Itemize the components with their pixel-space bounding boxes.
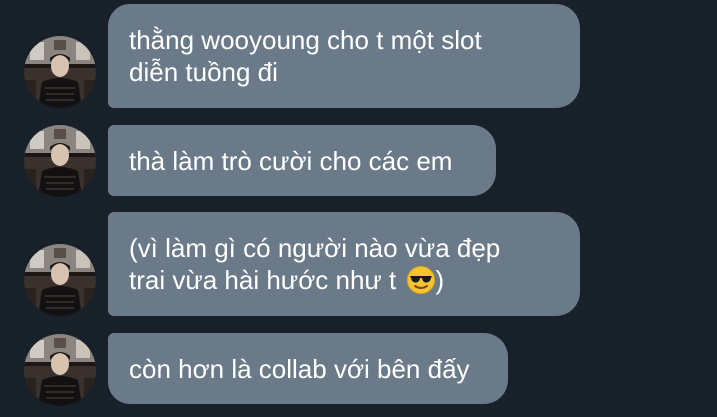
- avatar-photo: [24, 125, 96, 197]
- avatar[interactable]: [24, 334, 96, 406]
- chat-thread: thằng wooyoung cho t một slot diễn tuồng…: [0, 0, 717, 417]
- avatar[interactable]: [24, 244, 96, 316]
- avatar[interactable]: [24, 36, 96, 108]
- message-text-part: ): [435, 265, 445, 295]
- avatar-photo: [24, 334, 96, 406]
- message-bubble[interactable]: còn hơn là collab với bên đấy: [108, 333, 508, 404]
- avatar-photo: [24, 244, 96, 316]
- message-bubble[interactable]: (vì làm gì có người nào vừa đẹp trai vừa…: [108, 212, 580, 316]
- message-text: (vì làm gì có người nào vừa đẹp trai vừa…: [129, 232, 500, 296]
- message-text: thà làm trò cười cho các em: [129, 145, 453, 176]
- message-text-part: (vì làm gì có người nào vừa đẹp trai vừa…: [129, 233, 501, 295]
- avatar[interactable]: [24, 125, 96, 197]
- smiling-face-with-sunglasses-icon: [406, 265, 436, 295]
- message-text: còn hơn là collab với bên đấy: [129, 353, 470, 384]
- message-bubble[interactable]: thằng wooyoung cho t một slot diễn tuồng…: [108, 4, 580, 108]
- message-text: thằng wooyoung cho t một slot diễn tuồng…: [129, 25, 482, 87]
- message-bubble[interactable]: thà làm trò cười cho các em: [108, 125, 496, 196]
- avatar-photo: [24, 36, 96, 108]
